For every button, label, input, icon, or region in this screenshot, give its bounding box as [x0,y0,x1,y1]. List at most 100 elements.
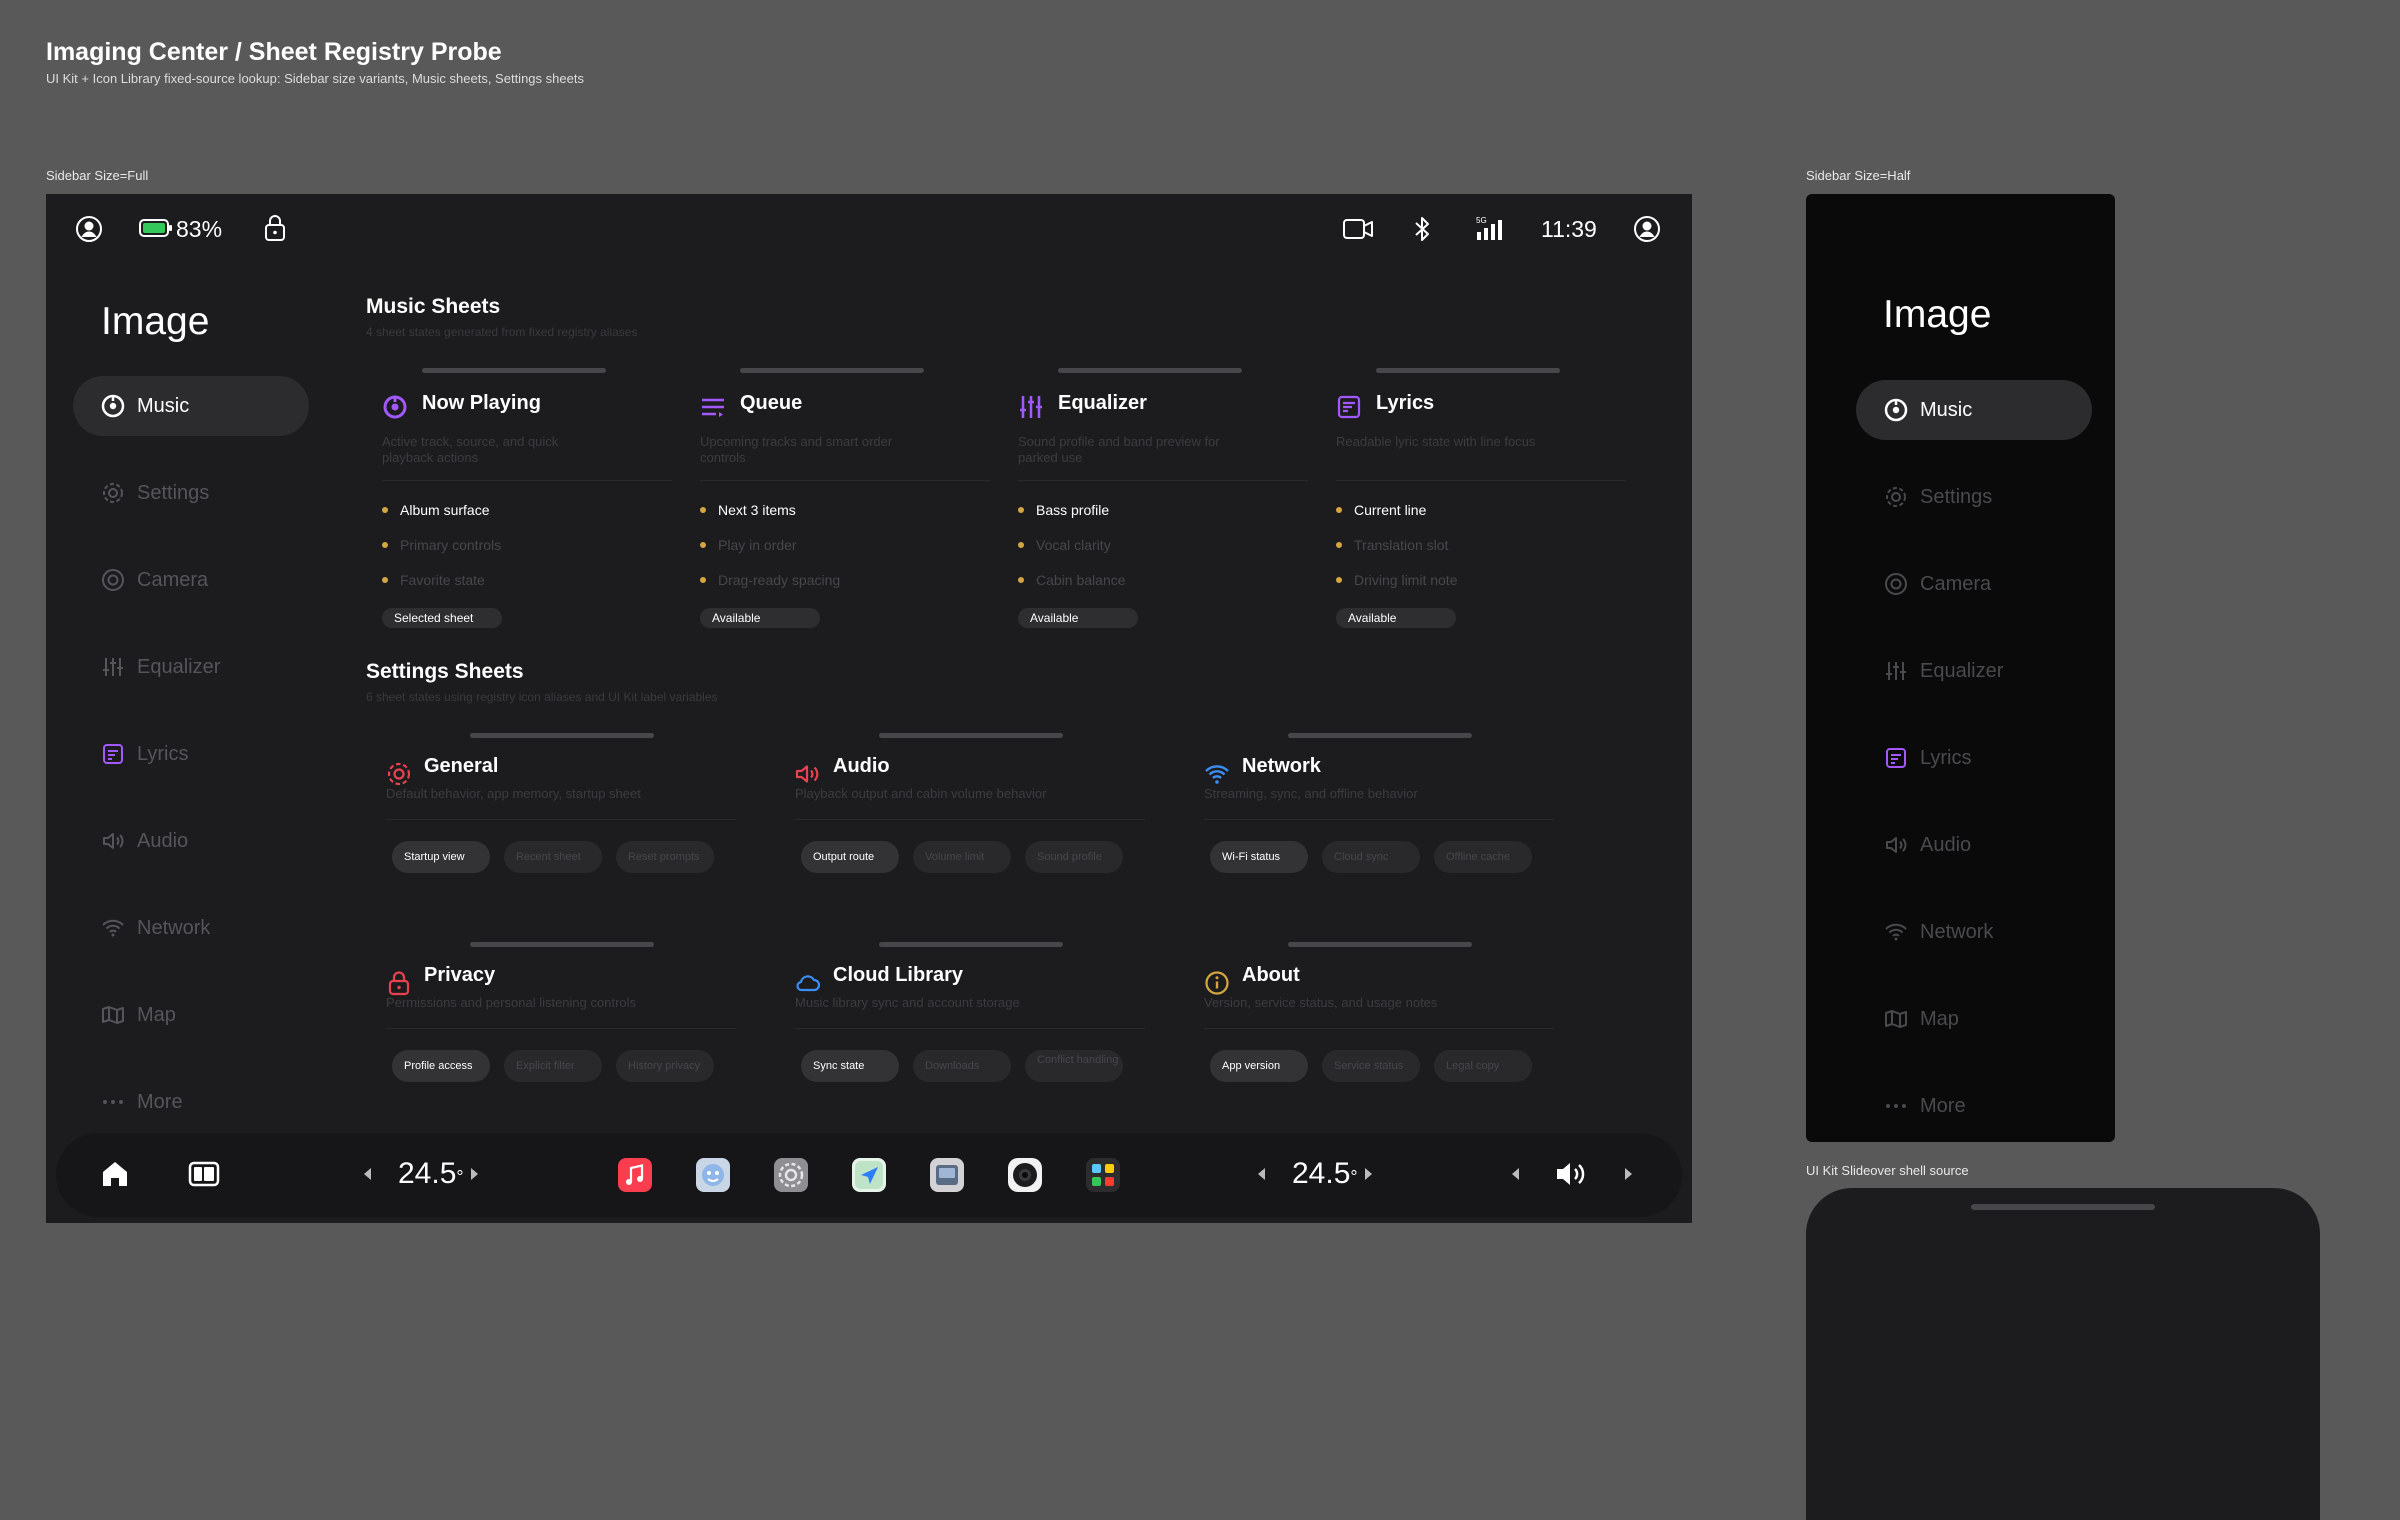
settings-option-pill[interactable]: App version [1210,1050,1308,1082]
divider [382,480,672,481]
sidebar-item-settings[interactable]: Settings [1856,467,2092,527]
music-sheet-now-playing[interactable]: Now Playing Active track, source, and qu… [382,368,672,638]
profile-icon[interactable] [74,214,104,244]
settings-option-pill[interactable]: Volume limit [913,841,1011,873]
settings-option-pill[interactable]: Recent sheet [504,841,602,873]
settings-sheet-cloud-library[interactable]: Cloud Library Music library sync and acc… [795,942,1145,1102]
sidebar-item-map[interactable]: Map [1856,989,2092,1049]
sheet-grabber[interactable] [879,733,1063,738]
settings-option-pill[interactable]: Service status [1322,1050,1420,1082]
account-icon[interactable] [1632,214,1662,244]
sidebar-title: Image [101,300,210,343]
settings-sheet-audio[interactable]: Audio Playback output and cabin volume b… [795,733,1145,893]
music-sheet-equalizer[interactable]: Equalizer Sound profile and band preview… [1018,368,1308,638]
dock-bar: 24.5° 24.5° [56,1133,1682,1217]
settings-sheet-network[interactable]: Network Streaming, sync, and offline beh… [1204,733,1554,893]
sidebar-item-lyrics[interactable]: Lyrics [73,724,309,784]
settings-section-subtitle: 6 sheet states using registry icon alias… [366,690,718,704]
lock-icon[interactable] [263,213,287,243]
sidebar-item-more[interactable]: More [1856,1076,2092,1136]
music-sheet-queue[interactable]: Queue Upcoming tracks and smart order co… [700,368,990,638]
music-section-subtitle: 4 sheet states generated from fixed regi… [366,325,638,339]
sidebar-toggle-icon[interactable] [188,1160,220,1188]
temp-left-increase-icon[interactable] [470,1167,480,1181]
volume-decrease-icon[interactable] [1510,1167,1520,1181]
sidebar-item-label: Settings [137,481,210,504]
sheet-description: Permissions and personal listening contr… [386,995,637,1010]
volume-increase-icon[interactable] [1624,1167,1634,1181]
sheet-grabber[interactable] [1376,368,1560,373]
settings-sheet-general[interactable]: General Default behavior, app memory, st… [386,733,736,893]
sheet-title: General [424,755,499,777]
sheet-grabber[interactable] [740,368,924,373]
settings-option-pill[interactable]: Output route [801,841,899,873]
temp-left-decrease-icon[interactable] [362,1167,372,1181]
maps-app-icon[interactable] [852,1158,886,1192]
sidebar-item-music[interactable]: Music [73,376,309,436]
speaker-icon [1884,833,1908,857]
settings-option-pill[interactable]: Legal copy [1434,1050,1532,1082]
settings-option-pill[interactable]: Conflict handling [1025,1050,1123,1082]
sheet-grabber[interactable] [1288,942,1472,947]
sidebar-item-camera[interactable]: Camera [73,550,309,610]
sheet-description: Sound profile and band preview for parke… [1018,434,1220,466]
settings-option-pill[interactable]: Sound profile [1025,841,1123,873]
sheet-grabber[interactable] [1288,733,1472,738]
settings-sheet-about[interactable]: About Version, service status, and usage… [1204,942,1554,1102]
sidebar-item-lyrics[interactable]: Lyrics [1856,728,2092,788]
sheet-grabber[interactable] [879,942,1063,947]
settings-option-pill[interactable]: Explicit filter [504,1050,602,1082]
sidebar-item-settings[interactable]: Settings [73,463,309,523]
settings-option-pill[interactable]: Reset prompts [616,841,714,873]
bluetooth-icon[interactable] [1412,214,1432,244]
sheet-grabber[interactable] [422,368,606,373]
volume-icon[interactable] [1554,1158,1588,1190]
temp-right-increase-icon[interactable] [1364,1167,1374,1181]
camera-icon [1884,572,1908,596]
divider [1336,480,1626,481]
sidebar-item-network[interactable]: Network [1856,902,2092,962]
temp-right-decrease-icon[interactable] [1256,1167,1266,1181]
sheet-grabber[interactable] [1058,368,1242,373]
sidebar-item-audio[interactable]: Audio [73,811,309,871]
music-sheet-lyrics[interactable]: Lyrics Readable lyric state with line fo… [1336,368,1626,638]
sidebar-item-map[interactable]: Map [73,985,309,1045]
sheet-title: Lyrics [1376,392,1435,414]
wifi-icon [1204,761,1230,787]
video-camera-icon[interactable] [1342,216,1374,242]
slideover-shell [1806,1188,2320,1520]
widgets-app-icon[interactable] [1086,1158,1120,1192]
sidebar-item-equalizer[interactable]: Equalizer [1856,641,2092,701]
settings-option-pill[interactable]: Wi-Fi status [1210,841,1308,873]
battery-level: 83% [176,216,223,242]
sheet-description: Upcoming tracks and smart order controls [700,434,893,466]
music-app-icon[interactable] [618,1158,652,1192]
sidebar-item-network[interactable]: Network [73,898,309,958]
settings-option-pill[interactable]: Sync state [801,1050,899,1082]
battery-icon [139,218,173,238]
settings-option-pill[interactable]: Downloads [913,1050,1011,1082]
settings-option-pill[interactable]: Startup view [392,841,490,873]
sheet-grabber[interactable] [470,942,654,947]
sidebar-item-audio[interactable]: Audio [1856,815,2092,875]
sidebar-item-music[interactable]: Music [1856,380,2092,440]
sheet-title: Audio [833,755,890,777]
settings-option-pill[interactable]: History privacy [616,1050,714,1082]
sidebar-item-equalizer[interactable]: Equalizer [73,637,309,697]
settings-sheet-privacy[interactable]: Privacy Permissions and personal listeni… [386,942,736,1102]
settings-app-icon[interactable] [774,1158,808,1192]
settings-option-pill[interactable]: Cloud sync [1322,841,1420,873]
now-playing-icon [382,394,408,420]
sidebar-item-more[interactable]: More [73,1072,309,1132]
sidebar-item-camera[interactable]: Camera [1856,554,2092,614]
sheet-bullet: Vocal clarity [1018,537,1111,553]
sidebar-item-label: Music [137,394,190,417]
settings-option-pill[interactable]: Profile access [392,1050,490,1082]
camera-app-icon[interactable] [1008,1158,1042,1192]
slideover-handle[interactable] [1971,1204,2155,1210]
finder-app-icon[interactable] [696,1158,730,1192]
home-icon[interactable] [100,1159,130,1189]
sheet-grabber[interactable] [470,733,654,738]
preview-app-icon[interactable] [930,1158,964,1192]
settings-option-pill[interactable]: Offline cache [1434,841,1532,873]
